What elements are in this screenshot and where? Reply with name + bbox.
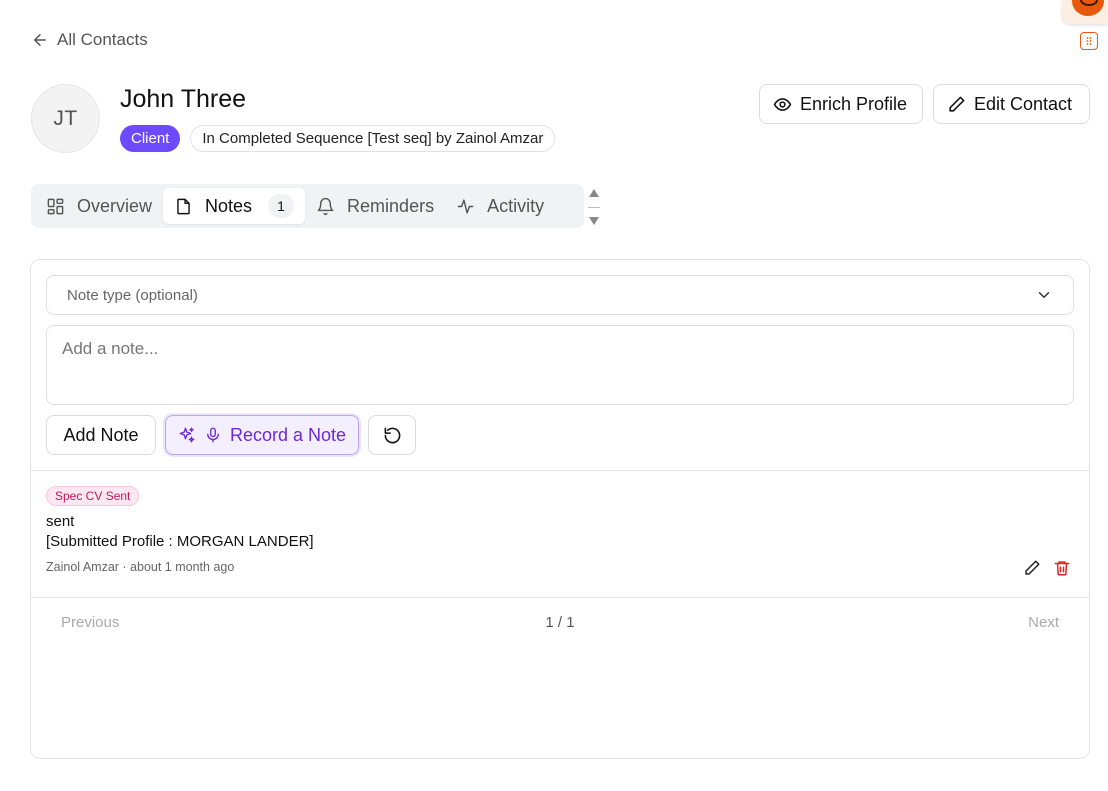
arrow-left-icon <box>34 34 46 46</box>
contact-name: John Three <box>120 85 247 113</box>
delete-note-icon[interactable] <box>1053 559 1071 577</box>
contact-badges: Client In Completed Sequence [Test seq] … <box>120 125 556 152</box>
tab-reminders-label: Reminders <box>347 195 435 216</box>
activity-icon <box>457 198 474 214</box>
note-body-line: [Submitted Profile : MORGAN LANDER] <box>46 533 314 550</box>
drag-handle-icon <box>1086 37 1092 45</box>
contact-avatar: JT <box>31 84 100 153</box>
tab-notes[interactable]: Notes 1 <box>163 188 306 224</box>
back-link-label: All Contacts <box>57 30 148 49</box>
avatar-initials: JT <box>53 106 78 130</box>
tab-activity[interactable]: Activity <box>445 188 555 224</box>
edit-note-icon[interactable] <box>1023 559 1041 577</box>
microphone-icon <box>207 427 219 443</box>
caret-up-icon[interactable] <box>588 188 600 198</box>
grid-icon <box>47 198 64 214</box>
edit-contact-button[interactable]: Edit Contact <box>933 84 1090 124</box>
add-note-label: Add Note <box>63 424 139 445</box>
tab-overview-label: Overview <box>77 195 153 216</box>
record-note-button[interactable]: Record a Note <box>165 415 359 455</box>
sequence-status-badge: In Completed Sequence [Test seq] by Zain… <box>190 125 556 152</box>
eye-icon <box>773 97 792 111</box>
pencil-icon <box>949 96 965 112</box>
note-type-tag: Spec CV Sent <box>46 486 140 506</box>
note-type-select[interactable]: Note type (optional) <box>46 275 1074 315</box>
back-to-contacts-link[interactable]: All Contacts <box>31 30 148 50</box>
note-textarea[interactable] <box>46 325 1074 405</box>
widget-drag-handle[interactable] <box>1080 32 1098 50</box>
notes-panel: Note type (optional) Add Note Record a N… <box>30 259 1090 759</box>
enrich-profile-label: Enrich Profile <box>800 93 908 114</box>
contact-type-badge: Client <box>120 125 181 152</box>
notes-count-badge: 1 <box>268 194 295 218</box>
add-note-button[interactable]: Add Note <box>46 415 156 455</box>
record-note-label: Record a Note <box>229 424 347 445</box>
pagination: Previous 1 / 1 Next <box>31 598 1089 648</box>
caret-down-icon[interactable] <box>588 216 600 226</box>
reset-note-button[interactable] <box>368 415 416 455</box>
contact-tabs: Overview Notes 1 Reminders Activity <box>31 184 584 228</box>
tabs-scroll-control[interactable] <box>587 188 601 226</box>
note-list-item: Spec CV Sent sent [Submitted Profile : M… <box>31 471 1089 597</box>
previous-page-button[interactable]: Previous <box>61 614 119 631</box>
rotate-ccw-icon <box>384 427 400 443</box>
bell-icon <box>317 197 334 215</box>
next-page-button[interactable]: Next <box>1028 614 1059 631</box>
tab-notes-label: Notes <box>205 195 253 216</box>
edit-contact-label: Edit Contact <box>974 93 1073 114</box>
floating-assistant-widget[interactable] <box>1062 0 1108 24</box>
tab-overview[interactable]: Overview <box>35 188 163 224</box>
note-type-placeholder: Note type (optional) <box>67 286 198 304</box>
sparkles-icon <box>179 427 195 443</box>
note-body-line: sent <box>46 513 75 530</box>
chevron-down-icon <box>1038 292 1050 298</box>
tab-reminders[interactable]: Reminders <box>305 188 445 224</box>
note-body: sent [Submitted Profile : MORGAN LANDER] <box>46 512 314 552</box>
note-meta: Zainol Amzar · about 1 month ago <box>46 560 235 574</box>
file-icon <box>177 198 190 214</box>
page-info: 1 / 1 <box>545 614 575 631</box>
enrich-profile-button[interactable]: Enrich Profile <box>759 84 923 124</box>
tab-activity-label: Activity <box>487 195 545 216</box>
